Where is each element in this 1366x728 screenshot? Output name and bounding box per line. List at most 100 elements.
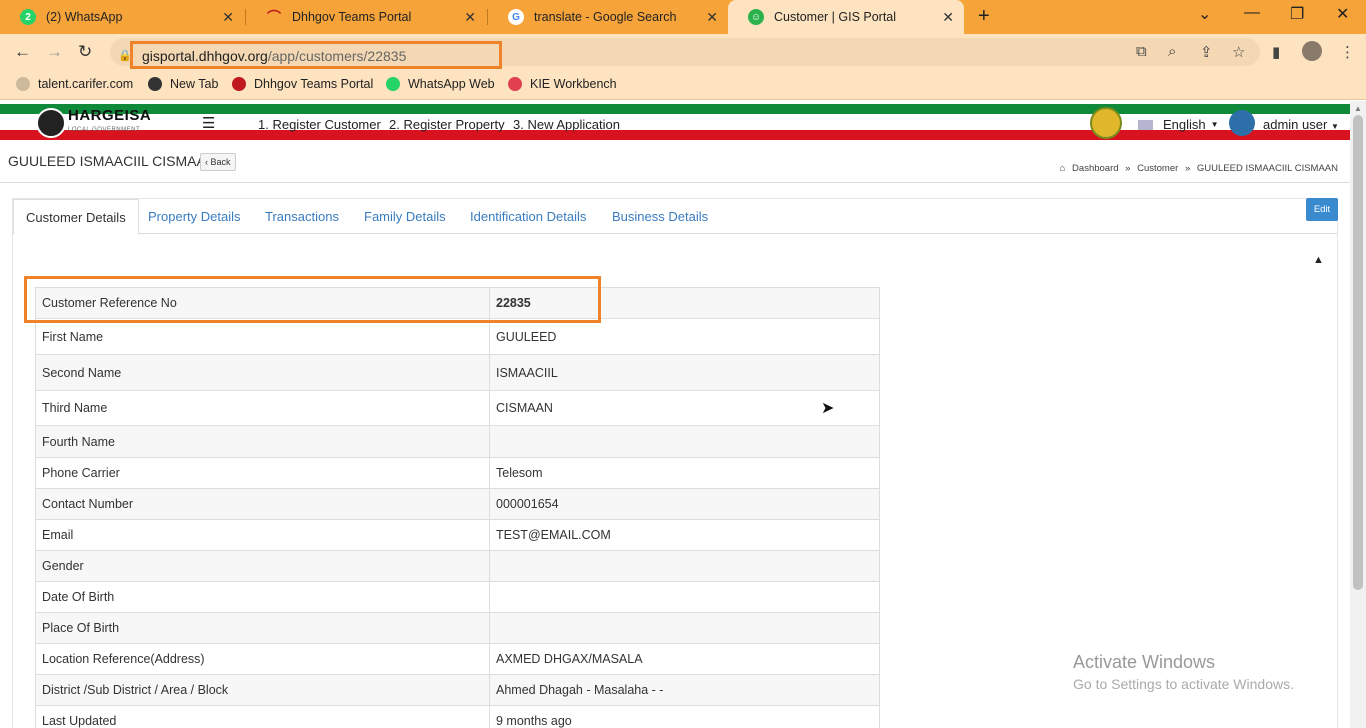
field-value [489, 612, 880, 644]
side-panel-icon[interactable]: ▮ [1272, 43, 1280, 61]
breadcrumb-current: GUULEED ISMAACIIL CISMAAN [1196, 163, 1338, 174]
menu-register-property[interactable]: 2. Register Property [389, 117, 505, 132]
tab-transactions[interactable]: Transactions [265, 209, 339, 224]
language-selector[interactable]: English ▼ [1138, 117, 1219, 132]
tab-property-details[interactable]: Property Details [148, 209, 240, 224]
tab-search-icon[interactable]: ⌄ [1198, 4, 1211, 24]
new-tab-button[interactable]: + [978, 5, 990, 28]
site-icon [16, 77, 30, 91]
zoom-icon[interactable]: ⌕ [1168, 43, 1176, 60]
share-icon[interactable]: ⇪ [1200, 43, 1213, 61]
teams-portal-icon [232, 77, 246, 91]
page-title: GUULEED ISMAACIIL CISMAAN [8, 153, 216, 169]
field-label: Phone Carrier [35, 457, 490, 489]
close-icon[interactable]: ✕ [942, 9, 954, 26]
table-row: Location Reference(Address) AXMED DHGAX/… [35, 643, 880, 675]
table-row: Third Name CISMAAN [35, 390, 880, 426]
bookmark-label: talent.carifer.com [38, 77, 134, 91]
window-close-button[interactable]: ✕ [1336, 4, 1349, 24]
breadcrumb-separator: » [1184, 163, 1191, 174]
bookmark-label: Dhhgov Teams Portal [254, 77, 374, 91]
language-label: English [1163, 117, 1206, 132]
field-value [489, 425, 880, 458]
menu-kebab-icon[interactable]: ⋮ [1340, 43, 1355, 61]
field-value [489, 581, 880, 613]
bookmark-teams-portal[interactable]: Dhhgov Teams Portal [232, 77, 373, 91]
bookmark-whatsapp-web[interactable]: WhatsApp Web [386, 77, 495, 91]
close-icon[interactable]: ✕ [464, 9, 476, 26]
field-value: 9 months ago [489, 705, 880, 728]
table-row: Place Of Birth [35, 612, 880, 644]
restore-button[interactable]: ❐ [1290, 4, 1304, 24]
table-row: Second Name ISMAACIIL [35, 354, 880, 391]
back-button[interactable]: ‹ Back [200, 153, 236, 171]
table-row: First Name GUULEED [35, 318, 880, 355]
table-row: District /Sub District / Area / Block Ah… [35, 674, 880, 706]
reload-icon[interactable]: ↻ [78, 42, 92, 62]
profile-avatar[interactable] [1302, 41, 1322, 61]
browser-tab-google-search[interactable]: G translate - Google Search ✕ [488, 0, 728, 34]
bookmark-kie-workbench[interactable]: KIE Workbench [508, 77, 617, 91]
bookmark-label: KIE Workbench [530, 77, 617, 91]
edit-button[interactable]: Edit [1306, 198, 1338, 221]
user-avatar[interactable] [1229, 110, 1255, 136]
browser-tab-gis-portal[interactable]: ☺ Customer | GIS Portal ✕ [728, 0, 964, 34]
scrollbar-thumb[interactable] [1353, 115, 1363, 590]
mouse-cursor-icon: ➤ [821, 400, 835, 417]
tab-identification-details[interactable]: Identification Details [470, 209, 586, 224]
page-title-bar: GUULEED ISMAACIIL CISMAAN ‹ Back ⌂ Dashb… [0, 145, 1350, 183]
back-label: Back [210, 157, 231, 167]
field-value: ISMAACIIL [489, 354, 880, 391]
app-header: HARGEISA LOCAL GOVERNMENT ☰ 1. Register … [0, 104, 1350, 140]
forward-arrow-icon[interactable]: → [46, 42, 63, 62]
field-label: Date Of Birth [35, 581, 490, 613]
tab-family-details[interactable]: Family Details [364, 209, 446, 224]
close-icon[interactable]: ✕ [706, 9, 718, 26]
field-value [489, 550, 880, 582]
field-value: TEST@EMAIL.COM [489, 519, 880, 551]
tab-business-details[interactable]: Business Details [612, 209, 708, 224]
field-value: 000001654 [489, 488, 880, 520]
table-row: Contact Number 000001654 [35, 488, 880, 520]
collapse-chevron-up-icon[interactable]: ▲ [1313, 254, 1324, 266]
close-icon[interactable]: ✕ [222, 9, 234, 26]
hamburger-menu-icon[interactable]: ☰ [202, 114, 215, 132]
tab-customer-details[interactable]: Customer Details [13, 199, 139, 235]
user-menu[interactable]: admin user ▼ [1263, 117, 1339, 132]
app-logo[interactable]: HARGEISA LOCAL GOVERNMENT [36, 108, 151, 138]
whatsapp-icon [386, 77, 400, 91]
menu-register-customer[interactable]: 1. Register Customer [258, 117, 381, 132]
flag-stripe-green [0, 104, 1350, 114]
customer-details-table: Customer Reference No 22835 First Name G… [35, 287, 880, 728]
table-row: Last Updated 9 months ago [35, 705, 880, 728]
bookmark-new-tab[interactable]: New Tab [148, 77, 218, 91]
field-label: Email [35, 519, 490, 551]
minimize-button[interactable]: — [1244, 4, 1260, 22]
browser-tab-whatsapp[interactable]: 2 (2) WhatsApp ✕ [0, 0, 244, 34]
bookmark-label: WhatsApp Web [408, 77, 495, 91]
table-row: Phone Carrier Telesom [35, 457, 880, 489]
field-label: First Name [35, 318, 490, 355]
bookmark-talent-carifer[interactable]: talent.carifer.com [16, 77, 133, 91]
field-label: Fourth Name [35, 425, 490, 458]
page-scrollbar[interactable]: ▲ [1350, 101, 1366, 728]
field-label: Place Of Birth [35, 612, 490, 644]
kie-icon [508, 77, 522, 91]
logo-text-block: HARGEISA LOCAL GOVERNMENT [68, 108, 151, 138]
menu-new-application[interactable]: 3. New Application [513, 117, 620, 132]
bookmarks-bar: talent.carifer.com New Tab Dhhgov Teams … [0, 70, 1366, 100]
browser-tab-teams-portal[interactable]: ⌒ Dhhgov Teams Portal ✕ [246, 0, 486, 34]
url-highlight-box [130, 41, 502, 69]
field-value: AXMED DHGAX/MASALA [489, 643, 880, 675]
whatsapp-icon: 2 [20, 9, 36, 25]
scroll-up-arrow-icon[interactable]: ▲ [1354, 104, 1362, 113]
bookmark-star-icon[interactable]: ☆ [1232, 43, 1245, 61]
breadcrumb-dashboard[interactable]: Dashboard [1072, 163, 1118, 174]
back-arrow-icon[interactable]: ← [14, 42, 31, 62]
google-icon: G [508, 9, 524, 25]
breadcrumb-customer[interactable]: Customer [1137, 163, 1178, 174]
field-label: Location Reference(Address) [35, 643, 490, 675]
globe-icon [148, 77, 162, 91]
field-value: GUULEED [489, 318, 880, 355]
translate-icon[interactable]: ⧉ [1136, 43, 1147, 60]
